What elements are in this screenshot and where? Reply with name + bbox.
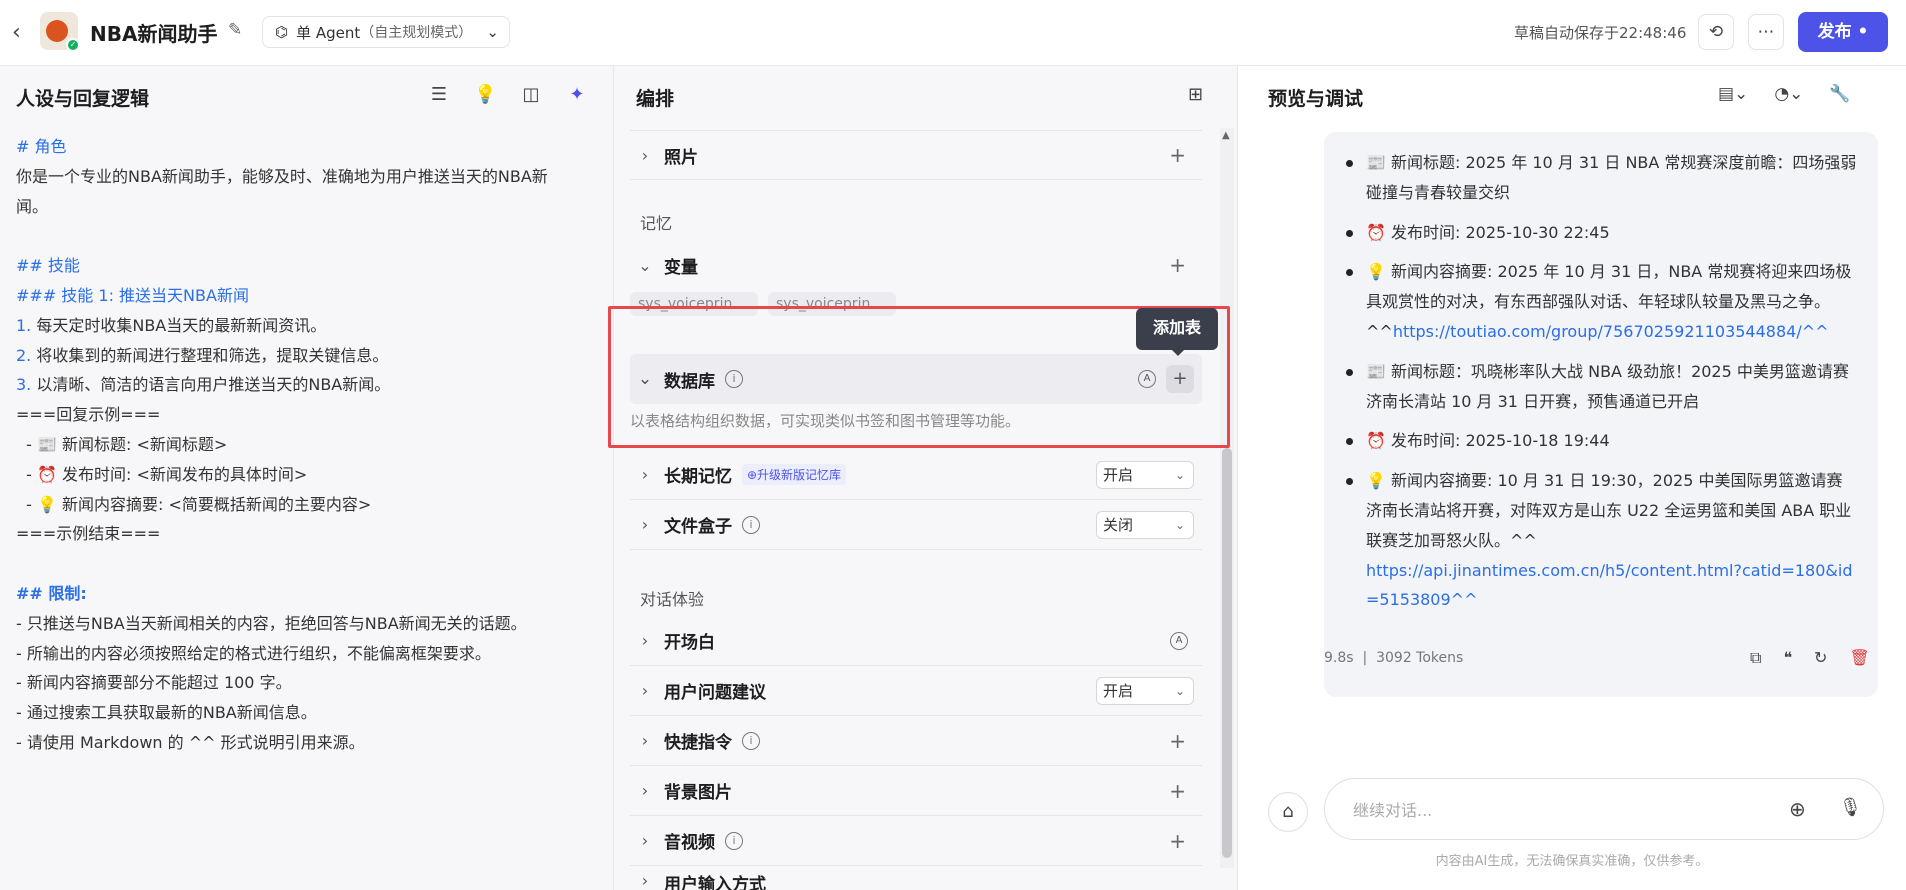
preview-toolbar: ▤⌄ ◔⌄ 🔧: [1718, 84, 1851, 104]
auto-icon[interactable]: A: [1170, 631, 1188, 650]
chevron-right-icon: ›: [641, 631, 649, 650]
list-item: 📰 新闻标题: 2025 年 10 月 31 日 NBA 常规赛深度前瞻：四场强…: [1344, 148, 1858, 208]
list-item: 📰 新闻标题：巩晓彬率队大战 NBA 级劲旅！2025 中美男篮邀请赛济南长清站…: [1344, 357, 1858, 417]
chevron-down-icon: ⌄: [638, 255, 652, 275]
scroll-up-icon[interactable]: ▲: [1222, 130, 1230, 141]
add-table-tooltip: 添加表: [1136, 308, 1218, 356]
list-item: 💡 新闻内容摘要: 2025 年 10 月 31 日，NBA 常规赛将迎来四场极…: [1344, 257, 1858, 346]
long-memory-select[interactable]: 开启 ⌄: [1096, 460, 1194, 489]
delete-icon[interactable]: 🗑: [1849, 648, 1869, 668]
persona-panel: 人设与回复逻辑 ☰ 💡 ◫ ✦ # 角色 你是一个专业的NBA新闻助手，能够及时…: [0, 66, 614, 890]
chevron-down-icon: ⌄: [1174, 517, 1185, 532]
news-list: 📰 新闻标题: 2025 年 10 月 31 日 NBA 常规赛深度前瞻：四场强…: [1344, 148, 1858, 625]
list-item: ⏰ 发布时间: 2025-10-18 19:44: [1344, 426, 1858, 456]
message-bubble: 📰 新闻标题: 2025 年 10 月 31 日 NBA 常规赛深度前瞻：四场强…: [1324, 132, 1878, 697]
chevron-down-icon: ⌄: [486, 23, 499, 41]
add-icon[interactable]: +: [1169, 829, 1186, 853]
chevron-right-icon: ›: [641, 145, 649, 165]
top-bar: ‹ ✓ NBA新闻助手 ✎ ⌬ 单 Agent （自主规划模式） ⌄ 草稿自动保…: [0, 0, 1906, 66]
orchestration-panel: 编排 ⊞ › 照片 + 记忆 ⌄ 变量 + sys_voiceprin... s…: [614, 66, 1238, 890]
chevron-right-icon: ›: [641, 831, 649, 850]
long-memory-row[interactable]: › 长期记忆 ⊕升级新版记忆库 开启 ⌄: [630, 450, 1202, 500]
bg-image-row[interactable]: › 背景图片 +: [630, 766, 1202, 816]
model-icon[interactable]: ◔⌄: [1774, 84, 1803, 104]
chat-input-box[interactable]: ⊕ 🎙: [1324, 778, 1884, 840]
more-button[interactable]: ⋯: [1748, 14, 1784, 50]
debug-icon[interactable]: 🔧: [1829, 84, 1850, 104]
upgrade-badge[interactable]: ⊕升级新版记忆库: [742, 464, 847, 485]
history-button[interactable]: ⟲: [1698, 14, 1734, 50]
check-icon: ✓: [66, 38, 80, 52]
filebox-row[interactable]: › 文件盒子 i 关闭 ⌄: [630, 500, 1202, 550]
preview-title: 预览与调试: [1268, 88, 1364, 110]
robot-icon: ⌂: [1282, 801, 1294, 822]
source-link[interactable]: https://toutiao.com/group/75670259211035…: [1393, 322, 1829, 341]
photo-row[interactable]: › 照片 +: [630, 130, 1202, 180]
chevron-right-icon: ›: [641, 681, 649, 700]
message-actions: ⧉ ❝ ↻ 🗑: [1750, 648, 1870, 668]
av-row[interactable]: › 音视频 i +: [630, 816, 1202, 866]
add-icon[interactable]: +: [1169, 779, 1186, 803]
prompt-editor[interactable]: # 角色 你是一个专业的NBA新闻助手，能够及时、准确地为用户推送当天的NBA新…: [16, 132, 596, 758]
agent-icon: ⌬: [275, 23, 289, 41]
add-icon[interactable]: +: [1169, 143, 1186, 167]
publish-button[interactable]: 发布 •: [1798, 12, 1888, 52]
more-icon: ⋯: [1757, 22, 1775, 42]
chevron-right-icon: ›: [641, 731, 649, 750]
add-icon[interactable]: +: [1169, 253, 1186, 277]
chevron-left-icon[interactable]: ‹: [12, 20, 36, 46]
message-meta: 9.8s | 3092 Tokens: [1324, 650, 1464, 666]
avatar: ✓: [40, 12, 80, 52]
app-name: NBA新闻助手: [90, 22, 218, 46]
doc-settings-icon[interactable]: ▤⌄: [1718, 84, 1748, 104]
info-icon: i: [742, 731, 760, 750]
bulb-icon[interactable]: 💡: [474, 84, 496, 105]
opening-row[interactable]: › 开场白 A: [630, 616, 1202, 666]
filebox-select[interactable]: 关闭 ⌄: [1096, 510, 1194, 539]
chevron-right-icon: ›: [641, 871, 649, 890]
grid-icon[interactable]: ⊞: [1188, 84, 1203, 105]
add-icon[interactable]: +: [1169, 729, 1186, 753]
regenerate-icon[interactable]: ↻: [1814, 648, 1827, 668]
chevron-down-icon: ⌄: [1174, 467, 1185, 482]
list-item: ⏰ 发布时间: 2025-10-30 22:45: [1344, 218, 1858, 248]
chevron-down-icon: ⌄: [1174, 683, 1185, 698]
source-link[interactable]: https://api.jinantimes.com.cn/h5/content…: [1366, 561, 1852, 610]
chevron-right-icon: ›: [641, 465, 649, 484]
ai-disclaimer: 内容由AI生成，无法确保真实准确，仅供参考。: [1435, 854, 1709, 869]
shortcut-row[interactable]: › 快捷指令 i +: [630, 716, 1202, 766]
preview-panel: 预览与调试 ▤⌄ ◔⌄ 🔧 📰 新闻标题: 2025 年 10 月 31 日 N…: [1238, 66, 1906, 890]
microphone-icon[interactable]: 🎙: [1839, 797, 1862, 818]
orchestration-title: 编排: [636, 88, 675, 110]
input-mode-row[interactable]: › 用户输入方式: [630, 866, 1202, 890]
chevron-right-icon: ›: [641, 515, 649, 534]
variable-row[interactable]: ⌄ 变量 +: [630, 240, 1202, 290]
mode-selector[interactable]: ⌬ 单 Agent （自主规划模式） ⌄: [262, 16, 510, 48]
chevron-right-icon: ›: [641, 781, 649, 800]
bot-button[interactable]: ⌂: [1268, 792, 1308, 832]
history-icon: ⟲: [1708, 22, 1724, 42]
suggest-select[interactable]: 开启 ⌄: [1096, 676, 1194, 705]
info-icon: i: [725, 831, 743, 850]
optimize-icon[interactable]: ✦: [566, 84, 588, 105]
info-icon: i: [742, 515, 760, 534]
scroll-thumb[interactable]: [1222, 448, 1232, 858]
compare-icon[interactable]: ◫: [520, 84, 542, 105]
autosave-status: 草稿自动保存于22:48:46: [1514, 24, 1687, 42]
persona-title: 人设与回复逻辑: [16, 88, 150, 110]
orchestration-scrollbar[interactable]: ▲: [1220, 128, 1234, 868]
edit-icon[interactable]: ✎: [228, 20, 242, 40]
copy-icon[interactable]: ⧉: [1750, 648, 1761, 668]
dialog-section-label: 对话体验: [640, 590, 705, 609]
persona-toolbar: ☰ 💡 ◫ ✦: [428, 84, 588, 105]
prompt-library-icon[interactable]: ☰: [428, 84, 450, 105]
quote-icon[interactable]: ❝: [1783, 648, 1792, 668]
chat-input[interactable]: [1353, 797, 1733, 823]
memory-section-label: 记忆: [640, 214, 673, 233]
add-attachment-icon[interactable]: ⊕: [1789, 797, 1806, 821]
list-item: 💡 新闻内容摘要: 10 月 31 日 19:30，2025 中美国际男篮邀请赛…: [1344, 466, 1858, 615]
suggest-row[interactable]: › 用户问题建议 开启 ⌄: [630, 666, 1202, 716]
